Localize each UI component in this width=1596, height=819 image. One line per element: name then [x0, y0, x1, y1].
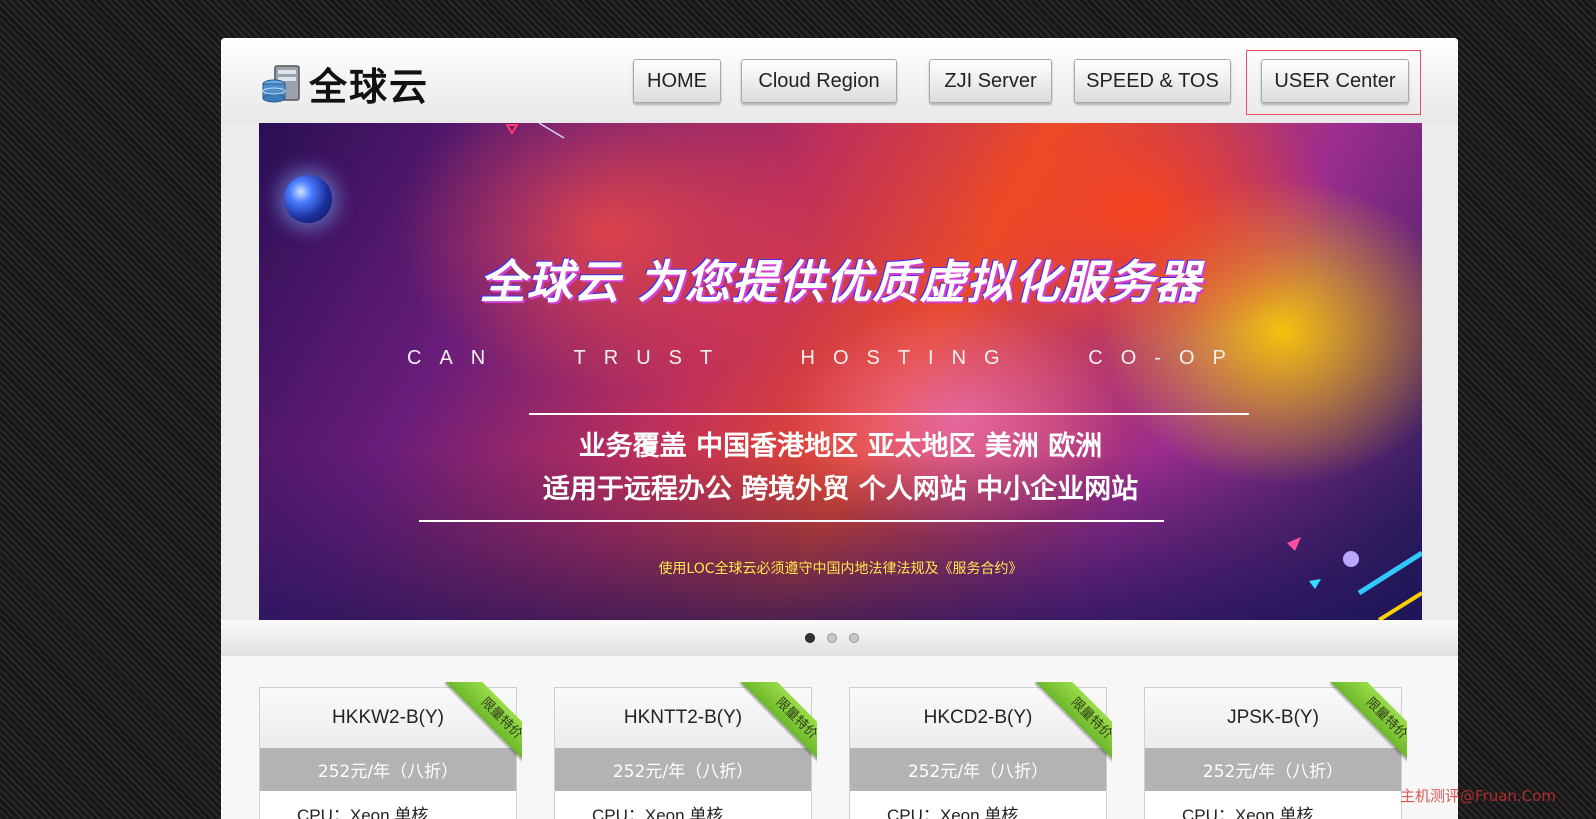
nav-speed-tos-button[interactable]: SPEED & TOS [1074, 59, 1231, 103]
banner-usage-text: 适用于远程办公 跨境外贸 个人网站 中小企业网站 [542, 474, 1139, 505]
product-card[interactable]: HKCD2-B(Y) 252元/年（八折） CPU：Xeon 单核 限量特价 [849, 682, 1112, 819]
site-logo[interactable]: 全球云 [261, 56, 429, 111]
banner-legal-note: 使用LOC全球云必须遵守中国内地法律法规及《服务合约》 [658, 561, 1023, 577]
promo-ribbon: 限量特价 [725, 682, 817, 774]
server-stack-icon [261, 62, 303, 106]
banner-subtitle: CAN TRUST HOSTING CO-OP [407, 347, 1244, 369]
nav-cloud-region-button[interactable]: Cloud Region [741, 59, 897, 103]
banner-decorations [505, 123, 1422, 620]
promo-ribbon: 限量特价 [430, 682, 522, 774]
product-card[interactable]: JPSK-B(Y) 252元/年（八折） CPU：Xeon 单核 限量特价 [1144, 682, 1407, 819]
promo-ribbon-label: 限量特价 [1035, 682, 1112, 774]
divider-line [529, 413, 1249, 415]
product-spec: CPU：Xeon 单核 [1182, 806, 1314, 819]
promo-ribbon: 限量特价 [1020, 682, 1112, 774]
nav-user-center-button[interactable]: USER Center [1261, 59, 1409, 103]
promo-ribbon-label: 限量特价 [740, 682, 817, 774]
site-header: 全球云 HOME Cloud Region ZJI Server SPEED &… [221, 38, 1458, 123]
carousel-dots [221, 620, 1458, 656]
promo-ribbon-label: 限量特价 [1330, 682, 1407, 774]
hero-banner[interactable]: 全球云 为您提供优质虚拟化服务器 CAN TRUST HOSTING CO-OP… [259, 123, 1422, 620]
page-container: 全球云 HOME Cloud Region ZJI Server SPEED &… [221, 38, 1458, 819]
promo-ribbon-label: 限量特价 [445, 682, 522, 774]
divider-line [419, 520, 1164, 522]
product-list: HKKW2-B(Y) 252元/年（八折） CPU：Xeon 单核 限量特价 H… [221, 656, 1458, 819]
product-spec: CPU：Xeon 单核 [297, 806, 429, 819]
nav-zji-server-button[interactable]: ZJI Server [929, 59, 1052, 103]
logo-text: 全球云 [309, 65, 430, 109]
banner-title: 全球云 为您提供优质虚拟化服务器 [479, 255, 1202, 309]
carousel-dot-1[interactable] [805, 633, 815, 643]
carousel-dot-2[interactable] [827, 633, 837, 643]
banner-coverage-text: 业务覆盖 中国香港地区 亚太地区 美洲 欧洲 [578, 431, 1103, 462]
carousel-dot-3[interactable] [849, 633, 859, 643]
promo-ribbon: 限量特价 [1315, 682, 1407, 774]
product-card[interactable]: HKNTT2-B(Y) 252元/年（八折） CPU：Xeon 单核 限量特价 [554, 682, 817, 819]
nav-home-button[interactable]: HOME [633, 59, 721, 103]
product-spec: CPU：Xeon 单核 [887, 806, 1019, 819]
product-spec: CPU：Xeon 单核 [592, 806, 724, 819]
product-card[interactable]: HKKW2-B(Y) 252元/年（八折） CPU：Xeon 单核 限量特价 [259, 682, 522, 819]
watermark-text: 主机测评@Fruan.Com [1400, 787, 1556, 805]
